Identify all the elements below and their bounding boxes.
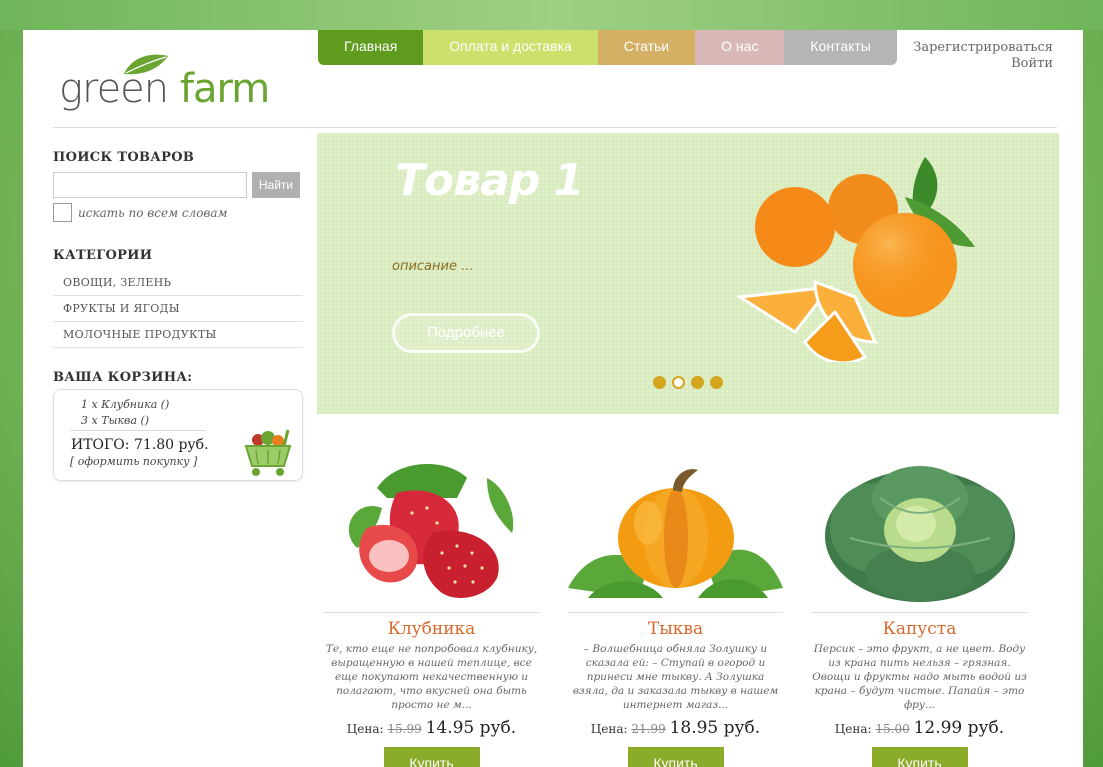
- logo-word-green: green: [59, 66, 169, 112]
- strawberry-image: [348, 463, 513, 598]
- checkout-link[interactable]: [ оформить покупку ]: [70, 455, 197, 468]
- login-link[interactable]: Войти: [913, 56, 1053, 72]
- slider-dot[interactable]: [672, 376, 685, 389]
- slide-title: Товар 1: [395, 155, 584, 206]
- price-label: Цена:: [834, 722, 872, 736]
- product-divider: [812, 612, 1027, 613]
- page-container: green farm Главная Оплата и доставка Ста…: [23, 30, 1083, 767]
- cart-box: 1 x Клубника () 3 x Тыква () ИТОГО: 71.8…: [53, 389, 303, 481]
- cart-heading: ВАША КОРЗИНА:: [53, 370, 193, 385]
- cart-line-item: 1 x Клубника (): [81, 398, 170, 411]
- buy-button[interactable]: Купить: [627, 747, 724, 767]
- cabbage-image: [824, 465, 1015, 602]
- logo-word-farm: farm: [179, 66, 270, 112]
- new-price: 18.95 руб.: [669, 718, 761, 738]
- product-card: Тыква – Волшебница обняла Золушку и сказ…: [568, 455, 783, 767]
- search-all-words-label: искать по всем словам: [78, 205, 228, 220]
- search-input[interactable]: [53, 172, 247, 198]
- nav-item-home[interactable]: Главная: [318, 30, 424, 65]
- new-price: 12.99 руб.: [913, 718, 1005, 738]
- slide-more-button[interactable]: Подробнее: [392, 313, 540, 353]
- product-divider: [324, 612, 539, 613]
- site-logo[interactable]: green farm: [59, 48, 270, 120]
- register-link[interactable]: Зарегистрироваться: [913, 40, 1053, 56]
- search-row: Найти: [53, 172, 303, 198]
- category-dairy[interactable]: МОЛОЧНЫЕ ПРОДУКТЫ: [53, 322, 303, 348]
- buy-button[interactable]: Купить: [871, 747, 968, 767]
- slider-dot[interactable]: [653, 376, 666, 389]
- slider-dot[interactable]: [691, 376, 704, 389]
- pumpkin-image: [568, 468, 783, 598]
- auth-links: Зарегистрироваться Войти: [913, 40, 1053, 72]
- nav-item-contacts[interactable]: Контакты: [784, 30, 897, 65]
- product-card: Капуста Персик – это фрукт, а не цвет. В…: [812, 455, 1027, 767]
- product-price: Цена: 15.99 14.95 руб.: [324, 718, 539, 738]
- header-divider: [53, 127, 1057, 128]
- search-heading: ПОИСК ТОВАРОВ: [53, 150, 195, 165]
- product-card: Клубника Те, кто еще не попробовал клубн…: [324, 455, 539, 767]
- old-price: 15.99: [387, 722, 422, 736]
- shopping-cart-icon: [244, 429, 292, 476]
- product-image[interactable]: [568, 455, 783, 610]
- search-all-words-checkbox[interactable]: [53, 203, 72, 222]
- product-image[interactable]: [812, 455, 1027, 610]
- search-button[interactable]: Найти: [252, 172, 300, 198]
- product-title[interactable]: Тыква: [568, 619, 783, 639]
- product-title[interactable]: Капуста: [812, 619, 1027, 639]
- product-description: Персик – это фрукт, а не цвет. Воду из к…: [812, 643, 1027, 711]
- nav-item-about[interactable]: О нас: [695, 30, 785, 65]
- nav-item-articles[interactable]: Статьи: [597, 30, 696, 65]
- product-title[interactable]: Клубника: [324, 619, 539, 639]
- category-fruits-berries[interactable]: ФРУКТЫ И ЯГОДЫ: [53, 296, 303, 322]
- price-label: Цена:: [590, 722, 628, 736]
- price-label: Цена:: [346, 722, 384, 736]
- product-price: Цена: 21.99 18.95 руб.: [568, 718, 783, 738]
- new-price: 14.95 руб.: [425, 718, 517, 738]
- main-nav: Главная Оплата и доставка Статьи О нас К…: [318, 30, 897, 65]
- sidebar: ПОИСК ТОВАРОВ Найти искать по всем слова…: [53, 150, 303, 481]
- old-price: 15.00: [875, 722, 910, 736]
- slide-description: описание ...: [392, 259, 474, 274]
- hero-slider[interactable]: Товар 1 описание ... Подробнее: [317, 133, 1059, 414]
- product-price: Цена: 15.00 12.99 руб.: [812, 718, 1027, 738]
- product-description: Те, кто еще не попробовал клубнику, выра…: [325, 643, 538, 711]
- nav-item-payment-delivery[interactable]: Оплата и доставка: [423, 30, 598, 65]
- oranges-image: [735, 157, 975, 362]
- slider-dots: [653, 376, 723, 389]
- product-description: – Волшебница обняла Золушку и сказала ей…: [572, 643, 779, 711]
- product-image[interactable]: [324, 455, 539, 610]
- category-vegetables[interactable]: ОВОЩИ, ЗЕЛЕНЬ: [53, 270, 303, 296]
- buy-button[interactable]: Купить: [383, 747, 480, 767]
- cart-total: ИТОГО: 71.80 руб.: [71, 437, 209, 453]
- search-all-words-row: искать по всем словам: [53, 203, 303, 222]
- background-band: [0, 0, 1103, 30]
- slider-dot[interactable]: [710, 376, 723, 389]
- cart-divider: [70, 430, 206, 431]
- cart-line-item: 3 x Тыква (): [81, 414, 150, 427]
- old-price: 21.99: [631, 722, 666, 736]
- categories-heading: КАТЕГОРИИ: [53, 248, 153, 263]
- category-list: ОВОЩИ, ЗЕЛЕНЬ ФРУКТЫ И ЯГОДЫ МОЛОЧНЫЕ ПР…: [53, 270, 303, 348]
- product-divider: [568, 612, 783, 613]
